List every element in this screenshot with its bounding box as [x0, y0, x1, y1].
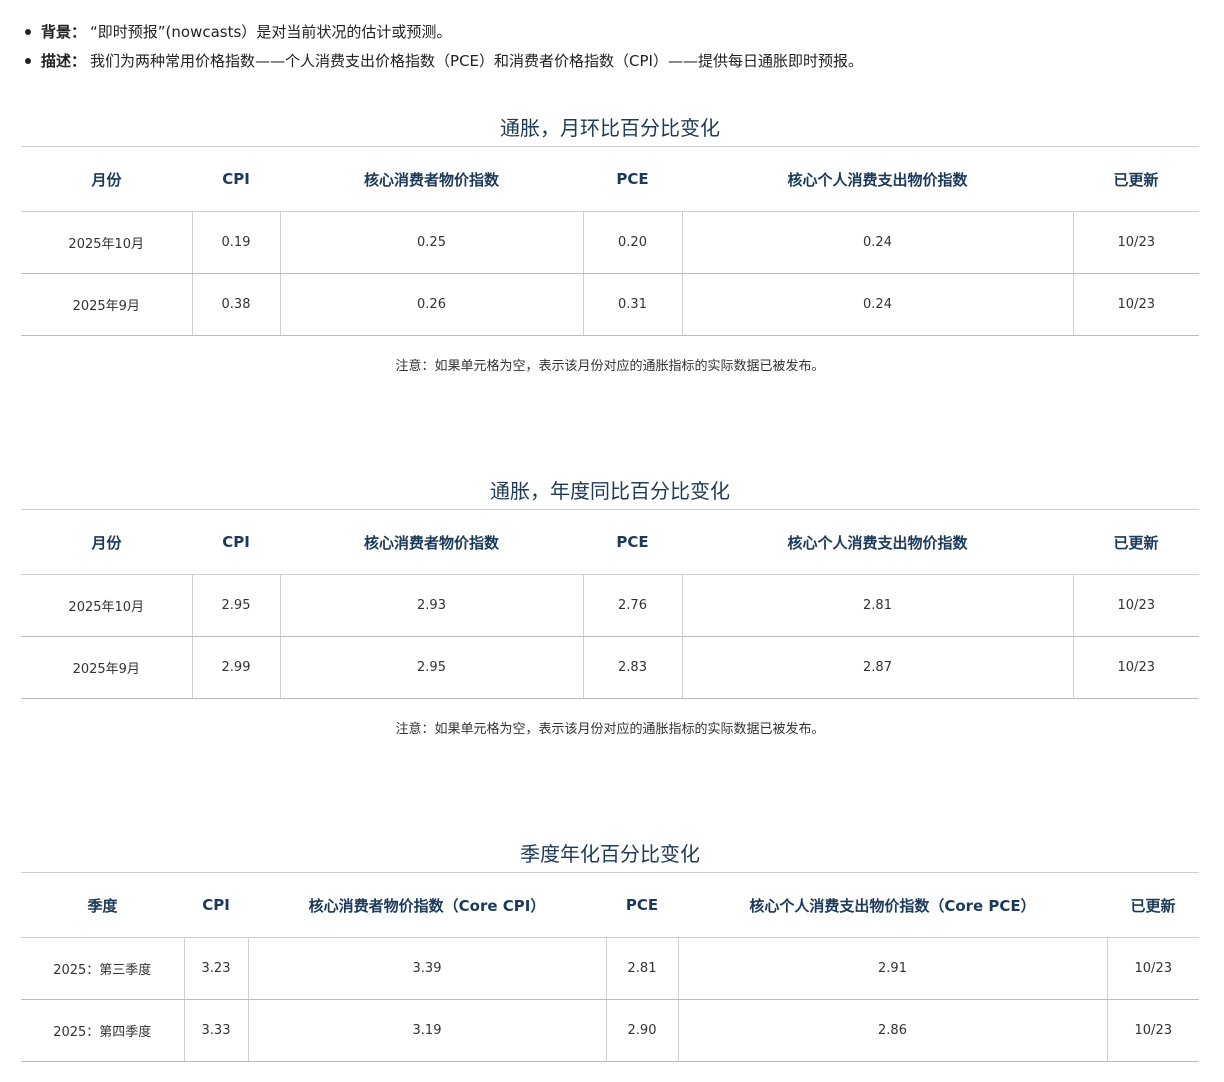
quarterly-inflation-table: 季度 CPI 核心消费者物价指数（Core CPI） PCE 核心个人消费支出物… — [21, 872, 1199, 1062]
table-title: 通胀，年度同比百分比变化 — [490, 479, 730, 503]
cell-core-cpi: 0.26 — [279, 273, 583, 336]
table-header-row: 季度 CPI 核心消费者物价指数（Core CPI） PCE 核心个人消费支出物… — [21, 872, 1199, 938]
table-note: 注意：如果单元格为空，表示该月份对应的通胀指标的实际数据已被发布。 — [395, 722, 825, 737]
column-header-pce: PCE — [606, 872, 678, 938]
column-header-pce: PCE — [583, 509, 682, 575]
mom-inflation-table: 月份 CPI 核心消费者物价指数 PCE 核心个人消费支出物价指数 已更新 20… — [21, 146, 1199, 336]
quarterly-inflation-section: 季度年化百分比变化 季度 CPI 核心消费者物价指数（Core CPI） PCE… — [21, 836, 1199, 1062]
cell-pce: 2.83 — [582, 636, 682, 699]
cell-month: 2025年10月 — [21, 211, 192, 274]
intro-text: “即时预报”(nowcasts）是对当前状况的估计或预测。 — [90, 23, 452, 41]
yoy-inflation-section: 通胀，年度同比百分比变化 月份 CPI 核心消费者物价指数 PCE 核心个人消费… — [21, 473, 1199, 740]
table-note: 注意：如果单元格为空，表示该月份对应的通胀指标的实际数据已被发布。 — [395, 359, 825, 374]
cell-core-cpi: 2.93 — [279, 574, 583, 637]
column-header-core-cpi: 核心消费者物价指数（Core CPI） — [248, 872, 606, 938]
column-header-updated: 已更新 — [1073, 146, 1199, 212]
cell-core-cpi: 0.25 — [279, 211, 583, 274]
cell-pce: 0.20 — [582, 211, 682, 274]
cell-cpi: 0.19 — [191, 211, 280, 274]
mom-inflation-section: 通胀，月环比百分比变化 月份 CPI 核心消费者物价指数 PCE 核心个人消费支… — [21, 110, 1199, 377]
column-header-month: 月份 — [21, 146, 192, 212]
cell-pce: 2.90 — [605, 999, 678, 1062]
cell-cpi: 3.33 — [183, 999, 248, 1062]
column-header-pce: PCE — [583, 146, 682, 212]
cell-core-cpi: 2.95 — [279, 636, 583, 699]
column-header-cpi: CPI — [184, 872, 248, 938]
table-row: 2025年10月 0.19 0.25 0.20 0.24 10/23 — [21, 211, 1199, 274]
cell-core-cpi: 3.19 — [247, 999, 606, 1062]
column-header-core-pce: 核心个人消费支出物价指数 — [682, 146, 1073, 212]
yoy-inflation-table: 月份 CPI 核心消费者物价指数 PCE 核心个人消费支出物价指数 已更新 20… — [21, 509, 1199, 699]
cell-cpi: 3.23 — [183, 937, 248, 1000]
column-header-updated: 已更新 — [1073, 509, 1199, 575]
cell-pce: 2.76 — [582, 574, 682, 637]
cell-core-pce: 2.91 — [677, 937, 1107, 1000]
cell-updated: 10/23 — [1072, 636, 1199, 699]
column-header-core-cpi: 核心消费者物价指数 — [280, 509, 583, 575]
cell-cpi: 2.99 — [191, 636, 280, 699]
column-header-core-cpi: 核心消费者物价指数 — [280, 146, 583, 212]
cell-core-pce: 2.86 — [677, 999, 1107, 1062]
intro-text: 我们为两种常用价格指数——个人消费支出价格指数（PCE）和消费者价格指数（CPI… — [90, 52, 863, 70]
table-header-row: 月份 CPI 核心消费者物价指数 PCE 核心个人消费支出物价指数 已更新 — [21, 146, 1199, 212]
intro-list: 背景： “即时预报”(nowcasts）是对当前状况的估计或预测。 描述： 我们为两… — [24, 18, 1204, 76]
table-row: 2025年9月 2.99 2.95 2.83 2.87 10/23 — [21, 636, 1199, 699]
column-header-core-pce: 核心个人消费支出物价指数 — [682, 509, 1073, 575]
cell-updated: 10/23 — [1106, 999, 1199, 1062]
cell-updated: 10/23 — [1072, 211, 1199, 274]
cell-pce: 2.81 — [605, 937, 678, 1000]
cell-core-pce: 0.24 — [681, 273, 1073, 336]
column-header-cpi: CPI — [192, 146, 280, 212]
cell-pce: 0.31 — [582, 273, 682, 336]
cell-cpi: 2.95 — [191, 574, 280, 637]
cell-core-cpi: 3.39 — [247, 937, 606, 1000]
intro-item-background: 背景： “即时预报”(nowcasts）是对当前状况的估计或预测。 — [24, 18, 1204, 47]
table-row: 2025：第三季度 3.23 3.39 2.81 2.91 10/23 — [21, 937, 1199, 1000]
column-header-updated: 已更新 — [1107, 872, 1199, 938]
column-header-month: 月份 — [21, 509, 192, 575]
table-row: 2025年10月 2.95 2.93 2.76 2.81 10/23 — [21, 574, 1199, 637]
column-header-core-pce: 核心个人消费支出物价指数（Core PCE） — [678, 872, 1107, 938]
table-header-row: 月份 CPI 核心消费者物价指数 PCE 核心个人消费支出物价指数 已更新 — [21, 509, 1199, 575]
table-title: 通胀，月环比百分比变化 — [500, 116, 720, 140]
cell-month: 2025年10月 — [21, 574, 192, 637]
table-title: 季度年化百分比变化 — [520, 842, 700, 866]
column-header-quarter: 季度 — [21, 872, 184, 938]
cell-updated: 10/23 — [1106, 937, 1199, 1000]
table-row: 2025年9月 0.38 0.26 0.31 0.24 10/23 — [21, 273, 1199, 336]
cell-cpi: 0.38 — [191, 273, 280, 336]
cell-month: 2025年9月 — [21, 273, 192, 336]
column-header-cpi: CPI — [192, 509, 280, 575]
intro-label: 背景： — [41, 23, 87, 41]
cell-updated: 10/23 — [1072, 574, 1199, 637]
cell-quarter: 2025：第四季度 — [21, 999, 184, 1062]
cell-core-pce: 2.87 — [681, 636, 1073, 699]
intro-item-description: 描述： 我们为两种常用价格指数——个人消费支出价格指数（PCE）和消费者价格指数（… — [24, 47, 1204, 76]
cell-month: 2025年9月 — [21, 636, 192, 699]
cell-core-pce: 2.81 — [681, 574, 1073, 637]
cell-core-pce: 0.24 — [681, 211, 1073, 274]
cell-quarter: 2025：第三季度 — [21, 937, 184, 1000]
table-row: 2025：第四季度 3.33 3.19 2.90 2.86 10/23 — [21, 999, 1199, 1062]
intro-label: 描述： — [41, 52, 87, 70]
cell-updated: 10/23 — [1072, 273, 1199, 336]
